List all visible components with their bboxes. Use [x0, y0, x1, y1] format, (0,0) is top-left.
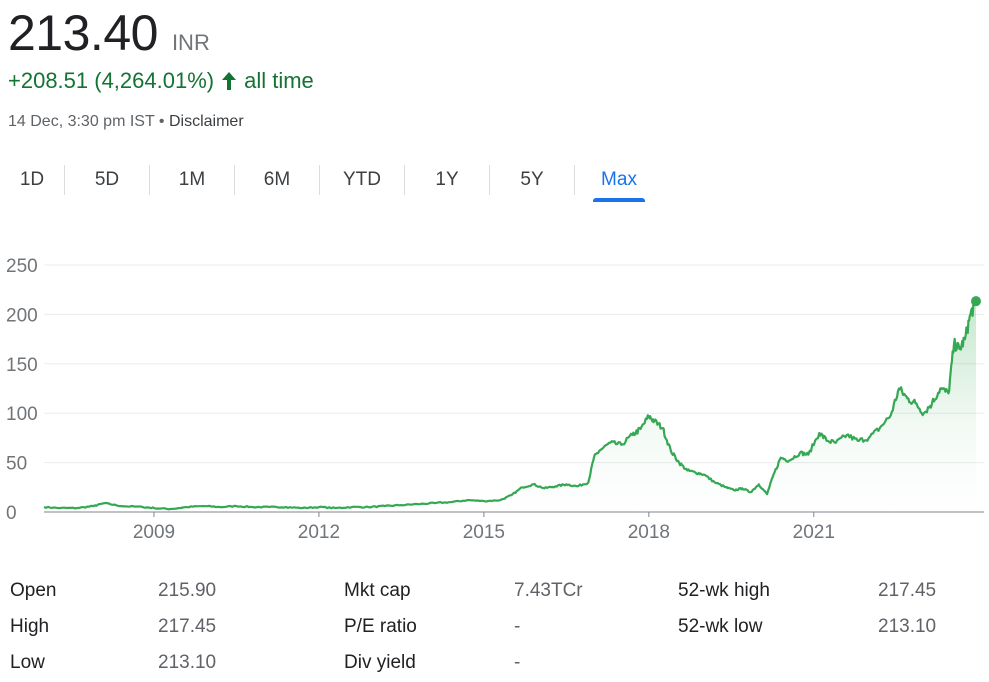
tab-ytd[interactable]: YTD [320, 160, 404, 200]
quote-meta: 14 Dec, 3:30 pm IST • Disclaimer [8, 113, 244, 131]
stat-div-value: - [514, 652, 521, 673]
current-price: 213.40 [8, 5, 158, 61]
stat-52wk-low-value: 213.10 [878, 616, 937, 637]
quote-timestamp: 14 Dec, 3:30 pm IST [8, 113, 155, 130]
stat-div-label: Div yield [344, 652, 416, 673]
arrow-up-icon [220, 71, 238, 91]
change-row: +208.51 (4,264.01%) all time [8, 68, 314, 94]
x-tick-label: 2018 [628, 522, 670, 543]
stat-mktcap-value: 7.43TCr [514, 580, 583, 601]
stat-52wk-high-label: 52-wk high [678, 580, 770, 601]
y-tick-label: 150 [6, 355, 38, 376]
stat-low-value: 213.10 [158, 652, 217, 673]
currency-label: INR [171, 30, 210, 55]
stat-open-value: 215.90 [158, 580, 217, 601]
range-tabs: 1D 5D 1M 6M YTD 1Y 5Y Max [0, 160, 989, 204]
stat-52wk-low-label: 52-wk low [678, 616, 763, 637]
price-change: +208.51 (4,264.01%) [8, 68, 215, 93]
y-tick-label: 250 [6, 256, 38, 277]
y-tick-label: 200 [6, 305, 38, 326]
tab-5d[interactable]: 5D [65, 160, 149, 200]
tab-6m[interactable]: 6M [235, 160, 319, 200]
tab-1m[interactable]: 1M [150, 160, 234, 200]
stat-high-label: High [10, 616, 50, 637]
stat-pe-label: P/E ratio [344, 616, 417, 637]
tab-max[interactable]: Max [575, 160, 663, 200]
stat-high-value: 217.45 [158, 616, 217, 637]
stat-mktcap-label: Mkt cap [344, 580, 411, 601]
y-tick-label: 100 [6, 404, 38, 425]
x-tick-label: 2021 [793, 522, 835, 543]
change-period: all time [244, 68, 314, 93]
stat-pe-value: - [514, 616, 521, 637]
price-row: 213.40 INR [8, 4, 210, 62]
series-area [44, 299, 976, 512]
last-price-dot [971, 296, 981, 307]
price-chart[interactable]: 0 50 100 150 200 250 2009 2012 2015 2018 2021 [0, 240, 989, 550]
y-tick-label: 0 [6, 503, 17, 524]
y-tick-label: 50 [6, 454, 27, 475]
x-tick-label: 2009 [133, 522, 175, 543]
stat-open-label: Open [10, 580, 57, 601]
stat-low-label: Low [10, 652, 45, 673]
tab-1y[interactable]: 1Y [405, 160, 489, 200]
meta-separator: • [158, 113, 165, 130]
tab-1d[interactable]: 1D [0, 160, 64, 200]
x-tick-label: 2012 [298, 522, 340, 543]
disclaimer-link[interactable]: Disclaimer [169, 113, 244, 130]
stat-52wk-high-value: 217.45 [878, 580, 937, 601]
tab-5y[interactable]: 5Y [490, 160, 574, 200]
x-tick-label: 2015 [463, 522, 505, 543]
